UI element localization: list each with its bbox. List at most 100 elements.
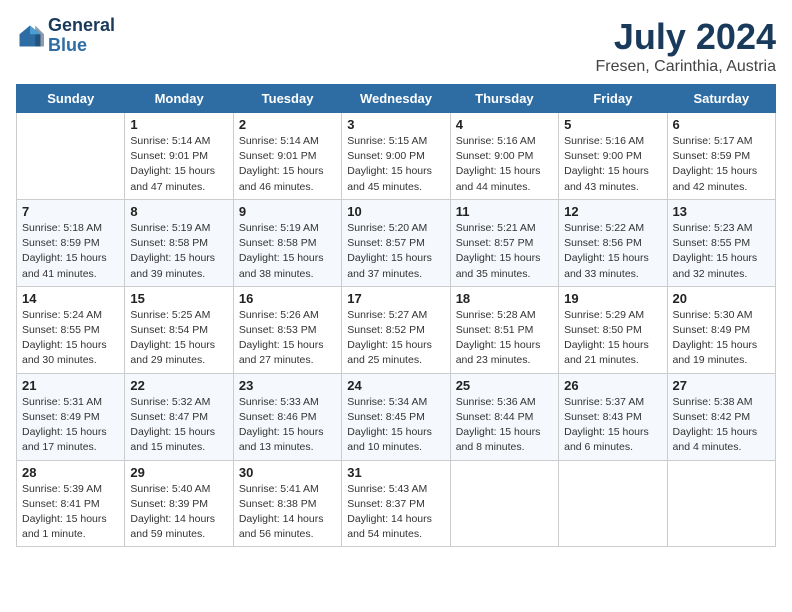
- day-content: Sunrise: 5:16 AM Sunset: 9:00 PM Dayligh…: [564, 134, 661, 195]
- calendar-cell: [667, 460, 775, 547]
- calendar-cell: 2 Sunrise: 5:14 AM Sunset: 9:01 PM Daylig…: [233, 113, 341, 200]
- day-content: Sunrise: 5:24 AM Sunset: 8:55 PM Dayligh…: [22, 308, 119, 369]
- day-number: 31: [347, 465, 444, 480]
- day-content: Sunrise: 5:31 AM Sunset: 8:49 PM Dayligh…: [22, 395, 119, 456]
- day-content: Sunrise: 5:37 AM Sunset: 8:43 PM Dayligh…: [564, 395, 661, 456]
- logo-text: General Blue: [48, 16, 115, 56]
- day-content: Sunrise: 5:19 AM Sunset: 8:58 PM Dayligh…: [239, 221, 336, 282]
- weekday-header-cell: Saturday: [667, 85, 775, 113]
- calendar-week-row: 21 Sunrise: 5:31 AM Sunset: 8:49 PM Dayli…: [17, 373, 776, 460]
- calendar-cell: 3 Sunrise: 5:15 AM Sunset: 9:00 PM Daylig…: [342, 113, 450, 200]
- calendar-cell: 26 Sunrise: 5:37 AM Sunset: 8:43 PM Dayli…: [559, 373, 667, 460]
- weekday-header-cell: Tuesday: [233, 85, 341, 113]
- calendar-table: SundayMondayTuesdayWednesdayThursdayFrid…: [16, 84, 776, 547]
- calendar-cell: 4 Sunrise: 5:16 AM Sunset: 9:00 PM Daylig…: [450, 113, 558, 200]
- calendar-cell: 10 Sunrise: 5:20 AM Sunset: 8:57 PM Dayli…: [342, 199, 450, 286]
- day-number: 16: [239, 291, 336, 306]
- calendar-cell: 18Sunrise: 5:28 AM Sunset: 8:51 PM Dayli…: [450, 286, 558, 373]
- day-content: Sunrise: 5:21 AM Sunset: 8:57 PM Dayligh…: [456, 221, 553, 282]
- calendar-cell: 6 Sunrise: 5:17 AM Sunset: 8:59 PM Daylig…: [667, 113, 775, 200]
- calendar-cell: 28 Sunrise: 5:39 AM Sunset: 8:41 PM Dayli…: [17, 460, 125, 547]
- calendar-cell: 16Sunrise: 5:26 AM Sunset: 8:53 PM Dayli…: [233, 286, 341, 373]
- day-content: Sunrise: 5:14 AM Sunset: 9:01 PM Dayligh…: [239, 134, 336, 195]
- day-content: Sunrise: 5:33 AM Sunset: 8:46 PM Dayligh…: [239, 395, 336, 456]
- calendar-body: 1Sunrise: 5:14 AM Sunset: 9:01 PM Daylig…: [17, 113, 776, 547]
- calendar-cell: 27 Sunrise: 5:38 AM Sunset: 8:42 PM Dayli…: [667, 373, 775, 460]
- day-content: Sunrise: 5:16 AM Sunset: 9:00 PM Dayligh…: [456, 134, 553, 195]
- calendar-cell: 14 Sunrise: 5:24 AM Sunset: 8:55 PM Dayli…: [17, 286, 125, 373]
- day-number: 3: [347, 117, 444, 132]
- calendar-cell: 1Sunrise: 5:14 AM Sunset: 9:01 PM Daylig…: [125, 113, 233, 200]
- calendar-cell: 7 Sunrise: 5:18 AM Sunset: 8:59 PM Daylig…: [17, 199, 125, 286]
- day-content: Sunrise: 5:18 AM Sunset: 8:59 PM Dayligh…: [22, 221, 119, 282]
- day-content: Sunrise: 5:32 AM Sunset: 8:47 PM Dayligh…: [130, 395, 227, 456]
- calendar-week-row: 28 Sunrise: 5:39 AM Sunset: 8:41 PM Dayli…: [17, 460, 776, 547]
- day-content: Sunrise: 5:29 AM Sunset: 8:50 PM Dayligh…: [564, 308, 661, 369]
- calendar-week-row: 1Sunrise: 5:14 AM Sunset: 9:01 PM Daylig…: [17, 113, 776, 200]
- day-content: Sunrise: 5:15 AM Sunset: 9:00 PM Dayligh…: [347, 134, 444, 195]
- day-content: Sunrise: 5:25 AM Sunset: 8:54 PM Dayligh…: [130, 308, 227, 369]
- calendar-cell: 17Sunrise: 5:27 AM Sunset: 8:52 PM Dayli…: [342, 286, 450, 373]
- day-number: 24: [347, 378, 444, 393]
- day-number: 2: [239, 117, 336, 132]
- calendar-cell: [559, 460, 667, 547]
- logo-icon: [16, 22, 44, 50]
- calendar-week-row: 7 Sunrise: 5:18 AM Sunset: 8:59 PM Daylig…: [17, 199, 776, 286]
- day-number: 23: [239, 378, 336, 393]
- weekday-header-cell: Wednesday: [342, 85, 450, 113]
- calendar-cell: 8 Sunrise: 5:19 AM Sunset: 8:58 PM Daylig…: [125, 199, 233, 286]
- calendar-cell: 5Sunrise: 5:16 AM Sunset: 9:00 PM Daylig…: [559, 113, 667, 200]
- weekday-header-cell: Friday: [559, 85, 667, 113]
- day-content: Sunrise: 5:23 AM Sunset: 8:55 PM Dayligh…: [673, 221, 770, 282]
- day-number: 7: [22, 204, 119, 219]
- day-number: 30: [239, 465, 336, 480]
- page-header: General Blue July 2024 Fresen, Carinthia…: [16, 16, 776, 76]
- day-number: 6: [673, 117, 770, 132]
- day-number: 8: [130, 204, 227, 219]
- day-content: Sunrise: 5:20 AM Sunset: 8:57 PM Dayligh…: [347, 221, 444, 282]
- title-block: July 2024 Fresen, Carinthia, Austria: [595, 16, 776, 76]
- month-year-title: July 2024: [595, 16, 776, 58]
- day-content: Sunrise: 5:22 AM Sunset: 8:56 PM Dayligh…: [564, 221, 661, 282]
- day-number: 26: [564, 378, 661, 393]
- day-content: Sunrise: 5:39 AM Sunset: 8:41 PM Dayligh…: [22, 482, 119, 543]
- weekday-header-cell: Monday: [125, 85, 233, 113]
- day-number: 20: [673, 291, 770, 306]
- day-number: 25: [456, 378, 553, 393]
- day-number: 13: [673, 204, 770, 219]
- day-content: Sunrise: 5:40 AM Sunset: 8:39 PM Dayligh…: [130, 482, 227, 543]
- calendar-cell: 23 Sunrise: 5:33 AM Sunset: 8:46 PM Dayli…: [233, 373, 341, 460]
- day-content: Sunrise: 5:30 AM Sunset: 8:49 PM Dayligh…: [673, 308, 770, 369]
- day-content: Sunrise: 5:28 AM Sunset: 8:51 PM Dayligh…: [456, 308, 553, 369]
- day-number: 14: [22, 291, 119, 306]
- calendar-cell: 12Sunrise: 5:22 AM Sunset: 8:56 PM Dayli…: [559, 199, 667, 286]
- day-number: 27: [673, 378, 770, 393]
- calendar-cell: 13 Sunrise: 5:23 AM Sunset: 8:55 PM Dayli…: [667, 199, 775, 286]
- day-number: 4: [456, 117, 553, 132]
- weekday-header-row: SundayMondayTuesdayWednesdayThursdayFrid…: [17, 85, 776, 113]
- day-content: Sunrise: 5:17 AM Sunset: 8:59 PM Dayligh…: [673, 134, 770, 195]
- calendar-cell: 24 Sunrise: 5:34 AM Sunset: 8:45 PM Dayli…: [342, 373, 450, 460]
- calendar-cell: 29 Sunrise: 5:40 AM Sunset: 8:39 PM Dayli…: [125, 460, 233, 547]
- day-content: Sunrise: 5:14 AM Sunset: 9:01 PM Dayligh…: [130, 134, 227, 195]
- day-number: 15: [130, 291, 227, 306]
- calendar-cell: 25Sunrise: 5:36 AM Sunset: 8:44 PM Dayli…: [450, 373, 558, 460]
- day-number: 29: [130, 465, 227, 480]
- day-content: Sunrise: 5:43 AM Sunset: 8:37 PM Dayligh…: [347, 482, 444, 543]
- day-content: Sunrise: 5:34 AM Sunset: 8:45 PM Dayligh…: [347, 395, 444, 456]
- calendar-cell: 19 Sunrise: 5:29 AM Sunset: 8:50 PM Dayli…: [559, 286, 667, 373]
- calendar-cell: 31 Sunrise: 5:43 AM Sunset: 8:37 PM Dayli…: [342, 460, 450, 547]
- day-number: 10: [347, 204, 444, 219]
- day-content: Sunrise: 5:38 AM Sunset: 8:42 PM Dayligh…: [673, 395, 770, 456]
- day-number: 21: [22, 378, 119, 393]
- calendar-cell: 15 Sunrise: 5:25 AM Sunset: 8:54 PM Dayli…: [125, 286, 233, 373]
- location-subtitle: Fresen, Carinthia, Austria: [595, 58, 776, 76]
- day-number: 19: [564, 291, 661, 306]
- day-number: 28: [22, 465, 119, 480]
- calendar-cell: 9 Sunrise: 5:19 AM Sunset: 8:58 PM Daylig…: [233, 199, 341, 286]
- day-number: 9: [239, 204, 336, 219]
- calendar-cell: 22Sunrise: 5:32 AM Sunset: 8:47 PM Dayli…: [125, 373, 233, 460]
- day-content: Sunrise: 5:19 AM Sunset: 8:58 PM Dayligh…: [130, 221, 227, 282]
- weekday-header-cell: Thursday: [450, 85, 558, 113]
- day-number: 11: [456, 204, 553, 219]
